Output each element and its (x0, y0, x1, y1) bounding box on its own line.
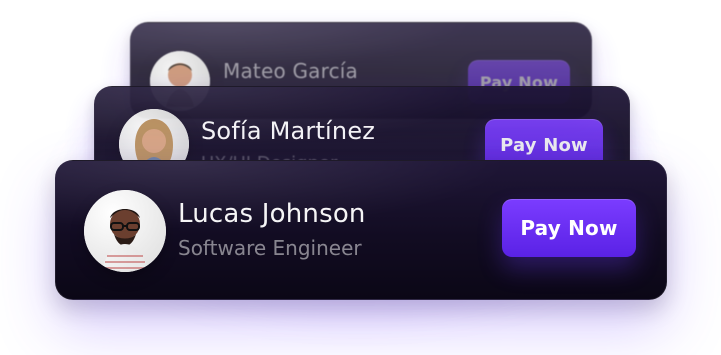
avatar (84, 190, 166, 272)
payee-name: Sofía Martínez (201, 117, 376, 145)
payee-name: Mateo García (223, 59, 358, 83)
payee-name: Lucas Johnson (178, 199, 366, 229)
pay-now-button[interactable]: Pay Now (502, 199, 636, 257)
payee-card-lucas: Lucas Johnson Software Engineer Pay Now (55, 160, 667, 300)
payee-role: Software Engineer (178, 236, 362, 260)
person-avatar-icon (84, 190, 166, 272)
